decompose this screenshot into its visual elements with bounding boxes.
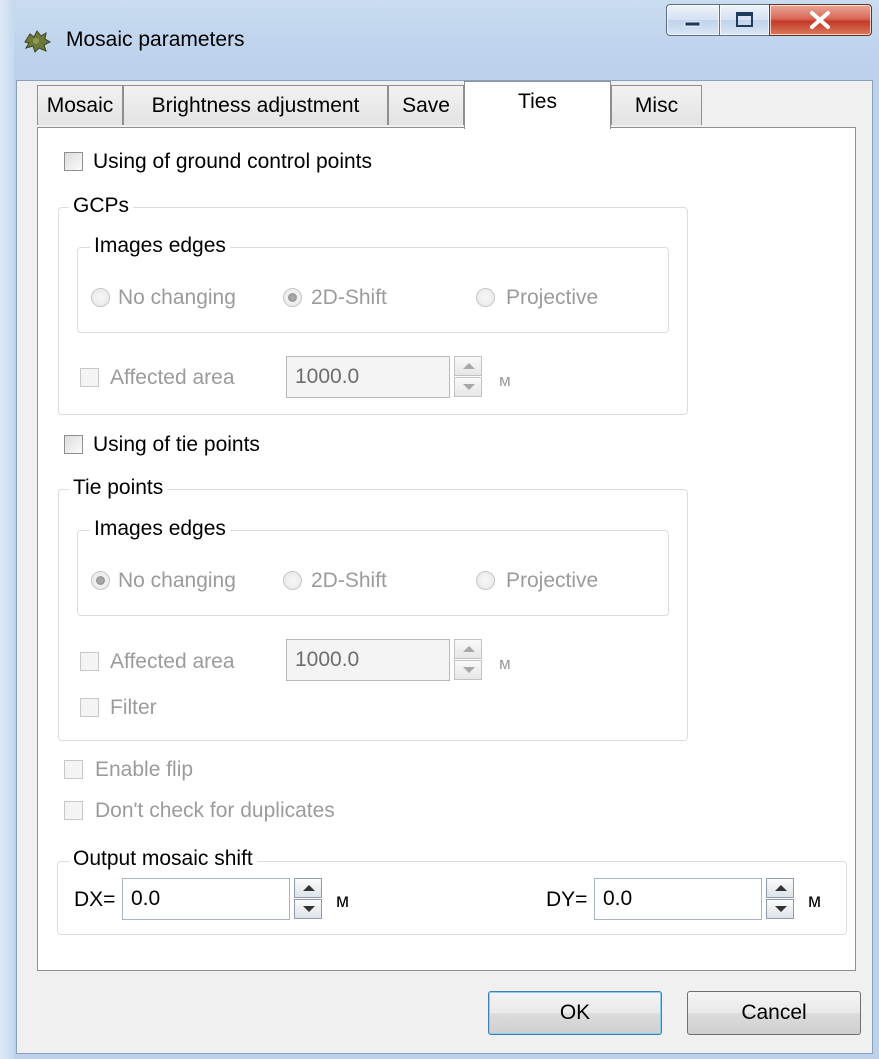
gcp-affected-area-unit: м (499, 371, 511, 390)
tie-radio-2d-shift-label: 2D-Shift (311, 569, 387, 592)
tie-affected-area-input[interactable]: 1000.0 (286, 639, 450, 681)
tie-images-edges-title: Images edges (90, 517, 230, 541)
gcps-group-title: GCPs (69, 194, 134, 218)
gcp-radio-no-changing-label: No changing (118, 286, 236, 309)
title-bar[interactable]: Mosaic parameters (0, 0, 879, 78)
spin-up-button[interactable] (294, 878, 322, 898)
dx-unit: м (336, 891, 350, 912)
tie-filter-label: Filter (110, 696, 157, 719)
window-border (0, 0, 14, 1059)
gcp-radio-2d-shift-label: 2D-Shift (311, 286, 387, 309)
arrow-up-icon (463, 646, 475, 652)
arrow-down-icon (303, 906, 315, 912)
dy-label: DY= (546, 888, 588, 911)
gcp-affected-area-label: Affected area (110, 366, 235, 389)
spin-down-button[interactable] (766, 899, 794, 919)
maximize-button[interactable] (719, 4, 770, 36)
spin-up-button[interactable] (454, 356, 482, 376)
close-icon (810, 11, 830, 29)
tie-radio-projective-label: Projective (506, 569, 599, 592)
gcp-affected-area-spinner[interactable] (454, 356, 482, 398)
no-duplicates-checkbox[interactable] (64, 801, 83, 820)
arrow-down-icon (463, 667, 475, 673)
tab-brightness-adjustment[interactable]: Brightness adjustment (123, 85, 388, 125)
tie-filter-checkbox[interactable] (80, 698, 99, 717)
gcp-radio-2d-shift[interactable] (283, 288, 302, 307)
tie-points-group-title: Tie points (69, 476, 168, 500)
gcp-affected-area-checkbox[interactable] (80, 368, 99, 387)
window-title: Mosaic parameters (66, 28, 245, 51)
tab-mosaic[interactable]: Mosaic (37, 85, 123, 125)
arrow-down-icon (463, 384, 475, 390)
spin-down-button[interactable] (454, 377, 482, 397)
tab-misc[interactable]: Misc (611, 85, 702, 125)
tie-radio-no-changing[interactable] (91, 571, 110, 590)
tie-radio-projective[interactable] (476, 571, 495, 590)
arrow-up-icon (303, 885, 315, 891)
dy-unit: м (808, 891, 822, 912)
tie-radio-no-changing-label: No changing (118, 569, 236, 592)
output-shift-title: Output mosaic shift (69, 847, 257, 871)
gcp-radio-projective-label: Projective (506, 286, 599, 309)
minimize-button[interactable] (666, 4, 720, 36)
gcp-toggle-label: Using of ground control points (93, 150, 372, 173)
tie-affected-area-checkbox[interactable] (80, 652, 99, 671)
spin-up-button[interactable] (454, 639, 482, 659)
app-logo-icon (22, 28, 52, 54)
no-duplicates-label: Don't check for duplicates (95, 799, 335, 822)
dx-spinner[interactable] (294, 878, 322, 920)
minimize-icon (684, 21, 701, 27)
dx-input[interactable]: 0.0 (122, 878, 290, 920)
dialog-client-area: Mosaic Brightness adjustment Save Ties M… (16, 80, 873, 1054)
tie-toggle-label: Using of tie points (93, 433, 260, 456)
tie-affected-area-unit: м (499, 654, 511, 673)
dy-spinner[interactable] (766, 878, 794, 920)
ties-tab-panel: Using of ground control points GCPs Imag… (37, 127, 856, 971)
ok-button[interactable]: OK (488, 991, 662, 1035)
gcp-affected-area-input[interactable]: 1000.0 (286, 356, 450, 398)
tab-ties[interactable]: Ties (464, 81, 611, 129)
tie-affected-area-spinner[interactable] (454, 639, 482, 681)
close-button[interactable] (769, 4, 872, 36)
gcp-toggle-checkbox[interactable] (64, 152, 83, 171)
tie-affected-area-label: Affected area (110, 650, 235, 673)
arrow-up-icon (463, 363, 475, 369)
enable-flip-label: Enable flip (95, 758, 194, 781)
gcp-radio-no-changing[interactable] (91, 288, 110, 307)
arrow-up-icon (775, 885, 787, 891)
tab-save[interactable]: Save (388, 85, 464, 125)
arrow-down-icon (775, 906, 787, 912)
cancel-button[interactable]: Cancel (687, 991, 861, 1035)
spin-down-button[interactable] (454, 660, 482, 680)
tie-toggle-checkbox[interactable] (64, 435, 83, 454)
spin-down-button[interactable] (294, 899, 322, 919)
maximize-icon (736, 12, 753, 27)
gcp-images-edges-title: Images edges (90, 234, 230, 258)
dy-input[interactable]: 0.0 (594, 878, 762, 920)
enable-flip-checkbox[interactable] (64, 760, 83, 779)
spin-up-button[interactable] (766, 878, 794, 898)
caption-buttons (666, 4, 873, 36)
tie-radio-2d-shift[interactable] (283, 571, 302, 590)
dialog-window: Mosaic parameters Mosaic Brightness adju… (0, 0, 879, 1059)
gcp-radio-projective[interactable] (476, 288, 495, 307)
dx-label: DX= (74, 888, 116, 911)
